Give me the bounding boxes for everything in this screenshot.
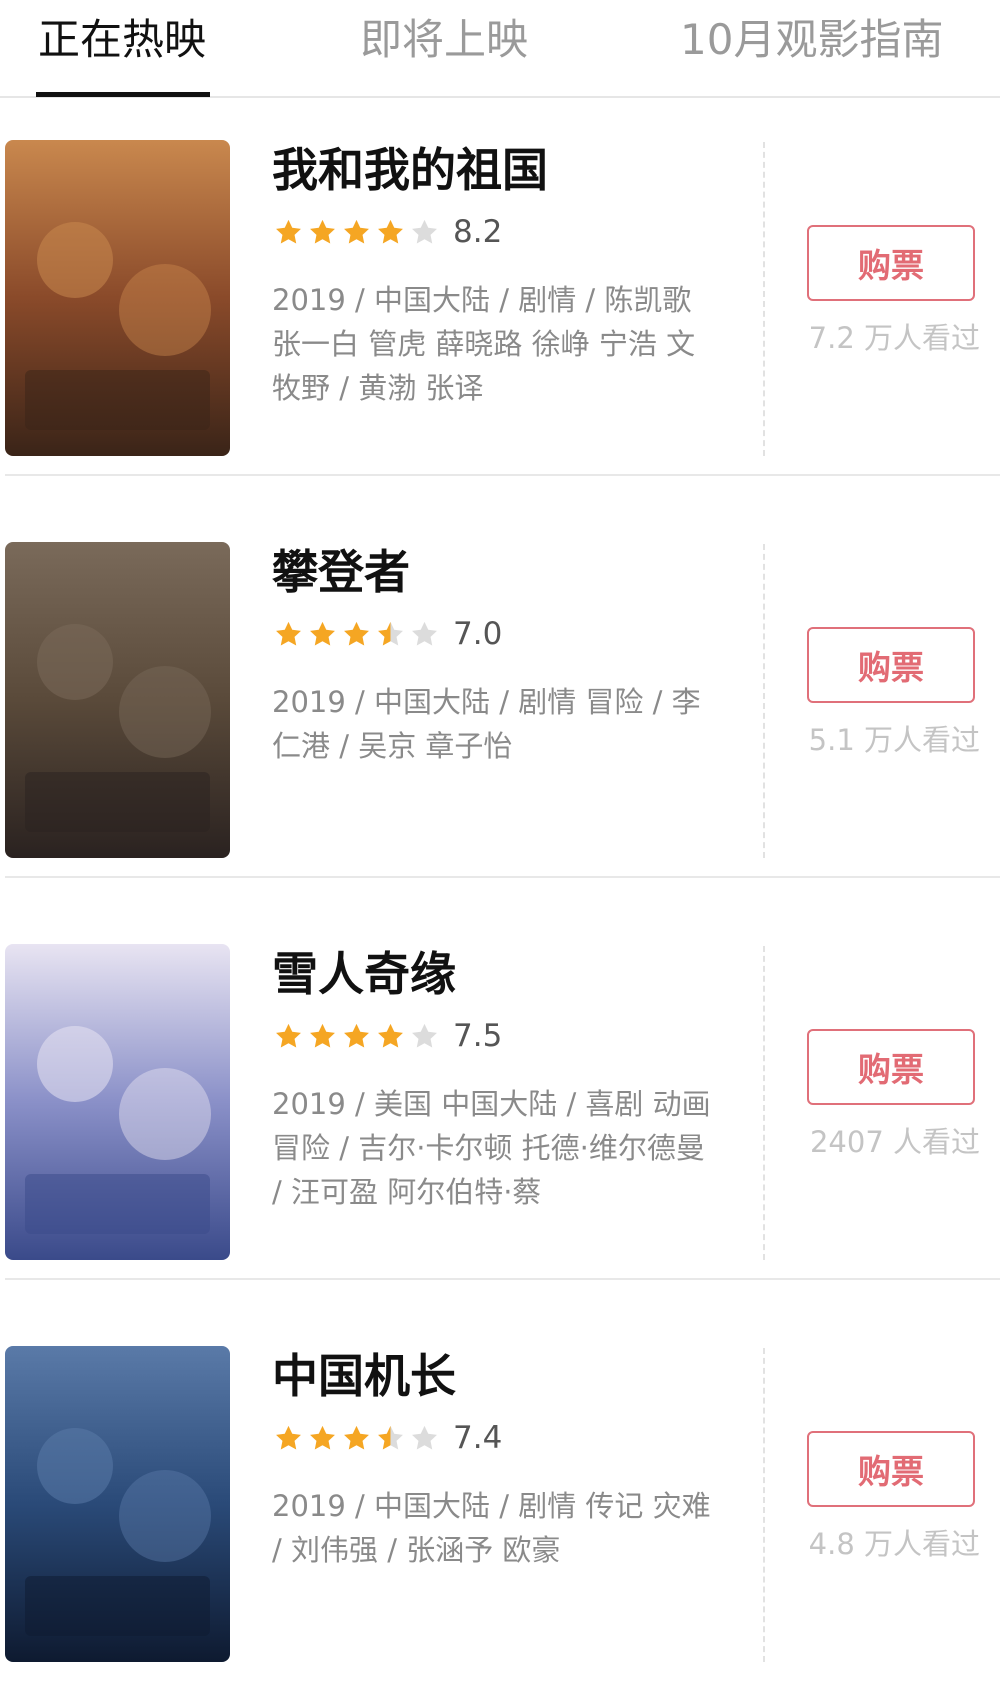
star-icon [308,218,337,247]
movie-poster-icon[interactable] [5,944,230,1260]
rating-score: 7.4 [453,1420,503,1456]
movie-info: 2019 / 中国大陆 / 剧情 传记 灾难 / 刘伟强 / 张涵予 欧豪 [272,1489,711,1567]
star-icon [342,620,371,649]
star-icon [376,1022,405,1051]
tab-october-guide[interactable]: 10月观影指南 [680,12,943,68]
movie-rating: 7.4 [274,1416,502,1460]
star-icon [410,218,439,247]
star-icon [376,620,405,649]
star-icon [308,1022,337,1051]
movie-title[interactable]: 雪人奇缘 [272,944,456,1004]
watched-count: 4.8 万人看过 [808,1527,980,1561]
movie-rating: 7.5 [274,1014,502,1058]
watched-count: 7.2 万人看过 [808,321,980,355]
buy-ticket-button[interactable]: 购票 [807,627,975,703]
dashed-divider [763,1348,765,1662]
movie-rating: 7.0 [274,612,502,656]
movie-item[interactable]: 中国机长 7.4 2019 / 中国大陆 / 剧情 传记 灾难 / 刘伟强 / 张涵… [0,1306,1000,1708]
tab-now-showing[interactable]: 正在热映 [38,12,206,68]
tab-bar: 正在热映 即将上映 10月观影指南 [0,0,1000,98]
star-icon [274,218,303,247]
rating-score: 7.5 [453,1018,503,1054]
movie-poster-icon[interactable] [5,542,230,858]
star-icon [410,1022,439,1051]
star-icon [342,1022,371,1051]
row-divider [5,474,1000,476]
movie-poster-icon[interactable] [5,140,230,456]
dashed-divider [763,946,765,1260]
movie-info: 2019 / 中国大陆 / 剧情 / 陈凯歌 张一白 管虎 薛晓路 徐峥 宁浩 … [272,283,696,405]
star-icon [342,218,371,247]
rating-score: 8.2 [453,214,503,250]
star-icon [376,218,405,247]
movie-info: 2019 / 美国 中国大陆 / 喜剧 动画 冒险 / 吉尔·卡尔顿 托德·维尔… [272,1087,711,1209]
star-icon [342,1424,371,1453]
star-icon [410,620,439,649]
star-icon [376,1424,405,1453]
movie-poster-icon[interactable] [5,1346,230,1662]
watched-count: 5.1 万人看过 [808,723,980,757]
star-icon [274,1022,303,1051]
movie-rating: 8.2 [274,210,502,254]
movie-title[interactable]: 我和我的祖国 [272,140,548,200]
active-tab-indicator [36,92,210,97]
star-rating [274,218,439,247]
star-rating [274,1022,439,1051]
buy-ticket-button[interactable]: 购票 [807,1431,975,1507]
star-icon [308,1424,337,1453]
buy-ticket-button[interactable]: 购票 [807,225,975,301]
movie-title[interactable]: 攀登者 [272,542,410,602]
watched-count: 2407 人看过 [809,1125,980,1159]
star-icon [274,1424,303,1453]
movie-item[interactable]: 雪人奇缘 7.5 2019 / 美国 中国大陆 / 喜剧 动画 冒险 / 吉尔·卡尔… [0,904,1000,1306]
movie-item[interactable]: 攀登者 7.0 2019 / 中国大陆 / 剧情 冒险 / 李仁港 / 吴京 章子怡… [0,502,1000,904]
star-rating [274,1424,439,1453]
movie-title[interactable]: 中国机长 [272,1346,456,1406]
star-rating [274,620,439,649]
star-icon [410,1424,439,1453]
movie-info: 2019 / 中国大陆 / 剧情 冒险 / 李仁港 / 吴京 章子怡 [272,685,701,763]
star-icon [274,620,303,649]
tab-coming-soon[interactable]: 即将上映 [360,12,528,68]
row-divider [5,1278,1000,1280]
star-icon [308,620,337,649]
buy-ticket-button[interactable]: 购票 [807,1029,975,1105]
row-divider [5,876,1000,878]
dashed-divider [763,544,765,858]
movie-item[interactable]: 我和我的祖国 8.2 2019 / 中国大陆 / 剧情 / 陈凯歌 张一白 管虎 薛… [0,100,1000,502]
rating-score: 7.0 [453,616,503,652]
dashed-divider [763,142,765,456]
